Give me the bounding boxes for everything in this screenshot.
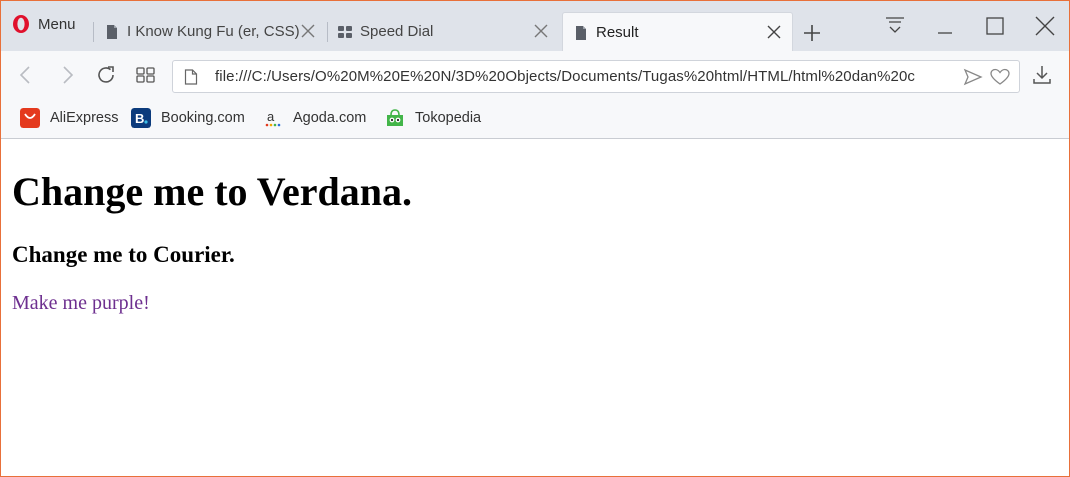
bookmark-agoda[interactable]: a Agoda.com [263, 108, 366, 128]
tokopedia-icon [387, 109, 403, 126]
menu-label: Menu [38, 16, 76, 33]
bookmark-label: Agoda.com [293, 110, 367, 126]
document-icon [107, 25, 117, 39]
bookmark-label: Tokopedia [415, 110, 482, 126]
url-text[interactable]: file:///C:/Users/O%20M%20E%20N/3D%20Obje… [215, 68, 959, 88]
address-bar[interactable]: file:///C:/Users/O%20M%20E%20N/3D%20Obje… [172, 60, 1020, 93]
speed-dial-icon [338, 26, 352, 38]
tab-menu-icon[interactable] [880, 14, 910, 40]
page-heading-1: Change me to Verdana. [12, 169, 413, 214]
close-tab-icon[interactable] [533, 23, 549, 39]
tab-title: Result [596, 24, 639, 41]
tab-result[interactable]: Result [562, 12, 793, 51]
page-content: Change me to Verdana. Change me to Couri… [1, 140, 1069, 476]
minimize-window-icon[interactable] [930, 14, 960, 40]
close-tab-icon[interactable] [300, 23, 316, 39]
opera-menu-button[interactable]: Menu [12, 14, 76, 50]
svg-text:a: a [267, 109, 275, 124]
forward-arrow-icon[interactable] [56, 64, 78, 86]
maximize-window-icon[interactable] [980, 14, 1010, 40]
reload-icon[interactable] [95, 64, 117, 86]
close-tab-icon[interactable] [766, 24, 782, 40]
speed-dial-grid-icon[interactable] [135, 64, 157, 86]
bookmark-label: Booking.com [161, 110, 245, 126]
close-window-icon[interactable] [1030, 14, 1060, 40]
opera-logo-icon [13, 15, 29, 33]
new-tab-plus-icon[interactable] [800, 21, 824, 45]
agoda-icon: a [265, 109, 281, 127]
tab-speed-dial[interactable]: Speed Dial [337, 12, 559, 51]
download-icon[interactable] [1031, 64, 1053, 86]
bookmark-label: AliExpress [50, 110, 119, 126]
document-icon [576, 26, 586, 40]
bookmark-tokopedia[interactable]: Tokopedia [385, 108, 481, 128]
bookmark-aliexpress[interactable]: AliExpress [20, 108, 119, 128]
back-arrow-icon[interactable] [15, 64, 37, 86]
purple-paragraph: Make me purple! [12, 292, 150, 314]
heart-bookmark-icon[interactable] [990, 68, 1010, 86]
send-icon[interactable] [963, 68, 983, 86]
tab-separator [93, 22, 94, 42]
page-heading-2: Change me to Courier. [12, 242, 235, 267]
tab-title: Speed Dial [360, 23, 434, 40]
page-icon [184, 69, 198, 85]
booking-icon: B [131, 108, 151, 128]
tab-kung-fu[interactable]: I Know Kung Fu (er, CSS) [104, 12, 326, 51]
tab-title: I Know Kung Fu (er, CSS) [127, 23, 300, 40]
bookmark-booking[interactable]: B Booking.com [131, 108, 245, 128]
tab-separator [327, 22, 328, 42]
svg-text:B: B [135, 111, 144, 126]
aliexpress-icon [20, 108, 40, 128]
